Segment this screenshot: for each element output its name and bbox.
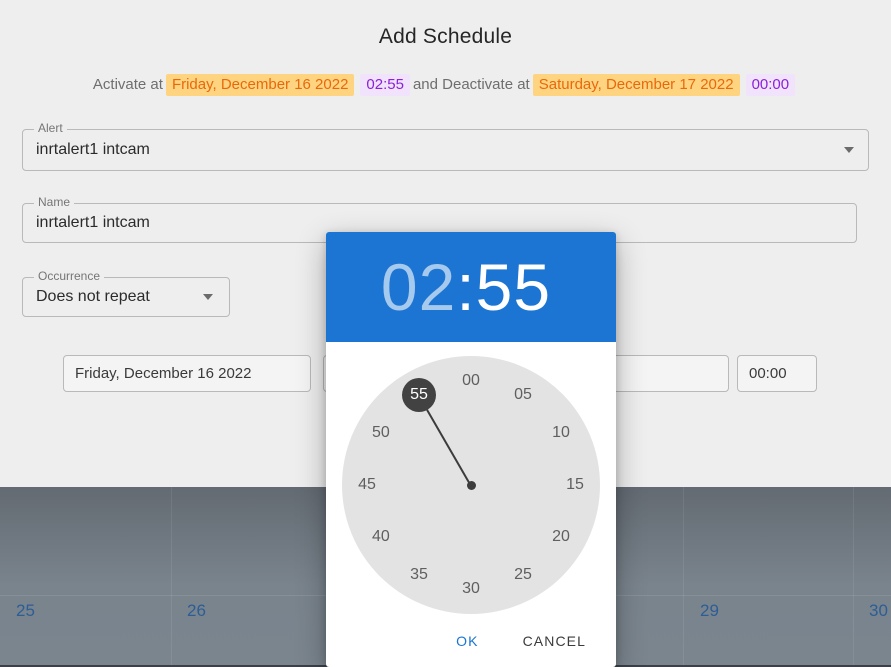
- time-picker-header: 02 : 55: [326, 232, 616, 342]
- time-picker-dialog: 02 : 55 00 05 10 15 20 25 30 35 40 45 50 55 OK CANC…: [326, 232, 616, 667]
- name-field-label: Name: [34, 196, 75, 208]
- occurrence-select[interactable]: Occurrence Does not repeat: [22, 270, 230, 317]
- alert-field-label: Alert: [34, 122, 67, 134]
- end-time-value: 00:00: [749, 365, 787, 382]
- clock-hand: [426, 409, 472, 487]
- deactivate-time-chip[interactable]: 00:00: [745, 74, 796, 96]
- calendar-day-number[interactable]: 25: [16, 602, 35, 619]
- alert-field-value: inrtalert1 intcam: [36, 141, 150, 158]
- chevron-down-icon[interactable]: [844, 147, 854, 153]
- occurrence-field-value: Does not repeat: [36, 288, 150, 305]
- deactivate-date-chip[interactable]: Saturday, December 17 2022: [532, 74, 740, 96]
- clock-number-30[interactable]: 30: [454, 572, 488, 606]
- deactivate-label: and Deactivate at: [412, 76, 530, 93]
- clock-number-10[interactable]: 10: [544, 416, 578, 450]
- alert-select[interactable]: Alert inrtalert1 intcam: [22, 122, 869, 171]
- start-date-input[interactable]: Friday, December 16 2022: [63, 355, 311, 392]
- clock-number-45[interactable]: 45: [350, 468, 384, 502]
- clock-number-25[interactable]: 25: [506, 558, 540, 592]
- ok-button[interactable]: OK: [444, 625, 490, 657]
- clock-number-15[interactable]: 15: [558, 468, 592, 502]
- start-date-value: Friday, December 16 2022: [75, 365, 252, 382]
- occurrence-field-label: Occurrence: [34, 270, 105, 282]
- time-picker-colon: :: [456, 250, 476, 324]
- clock-number-35[interactable]: 35: [402, 558, 436, 592]
- schedule-summary: Activate at Friday, December 16 2022 02:55…: [0, 74, 891, 96]
- time-picker-hour[interactable]: 02: [381, 254, 456, 320]
- activate-time-chip[interactable]: 02:55: [360, 74, 410, 96]
- clock-number-40[interactable]: 40: [364, 520, 398, 554]
- calendar-day-number[interactable]: 26: [187, 602, 206, 619]
- calendar-column: [684, 487, 854, 667]
- page-title: Add Schedule: [378, 25, 513, 48]
- clock-number-55[interactable]: 55: [402, 377, 436, 412]
- clock-number-05[interactable]: 05: [506, 378, 540, 412]
- end-time-input[interactable]: 00:00: [737, 355, 817, 392]
- cancel-button[interactable]: CANCEL: [511, 625, 598, 657]
- calendar-column: [0, 487, 172, 667]
- name-field-value: inrtalert1 intcam: [36, 214, 150, 231]
- time-picker-minute[interactable]: 55: [476, 254, 551, 320]
- clock-dial[interactable]: 00 05 10 15 20 25 30 35 40 45 50 55: [342, 356, 600, 614]
- activate-label: Activate at: [92, 76, 163, 93]
- clock-number-20[interactable]: 20: [544, 520, 578, 554]
- calendar-column: [172, 487, 342, 667]
- clock-number-00[interactable]: 00: [454, 364, 488, 398]
- clock-center-dot: [466, 480, 476, 490]
- clock-number-50[interactable]: 50: [364, 416, 398, 450]
- time-picker-actions: OK CANCEL: [326, 615, 616, 667]
- calendar-day-number[interactable]: 30: [869, 602, 888, 619]
- activate-date-chip[interactable]: Friday, December 16 2022: [165, 74, 355, 96]
- calendar-day-number[interactable]: 29: [700, 602, 719, 619]
- chevron-down-icon[interactable]: [203, 294, 213, 300]
